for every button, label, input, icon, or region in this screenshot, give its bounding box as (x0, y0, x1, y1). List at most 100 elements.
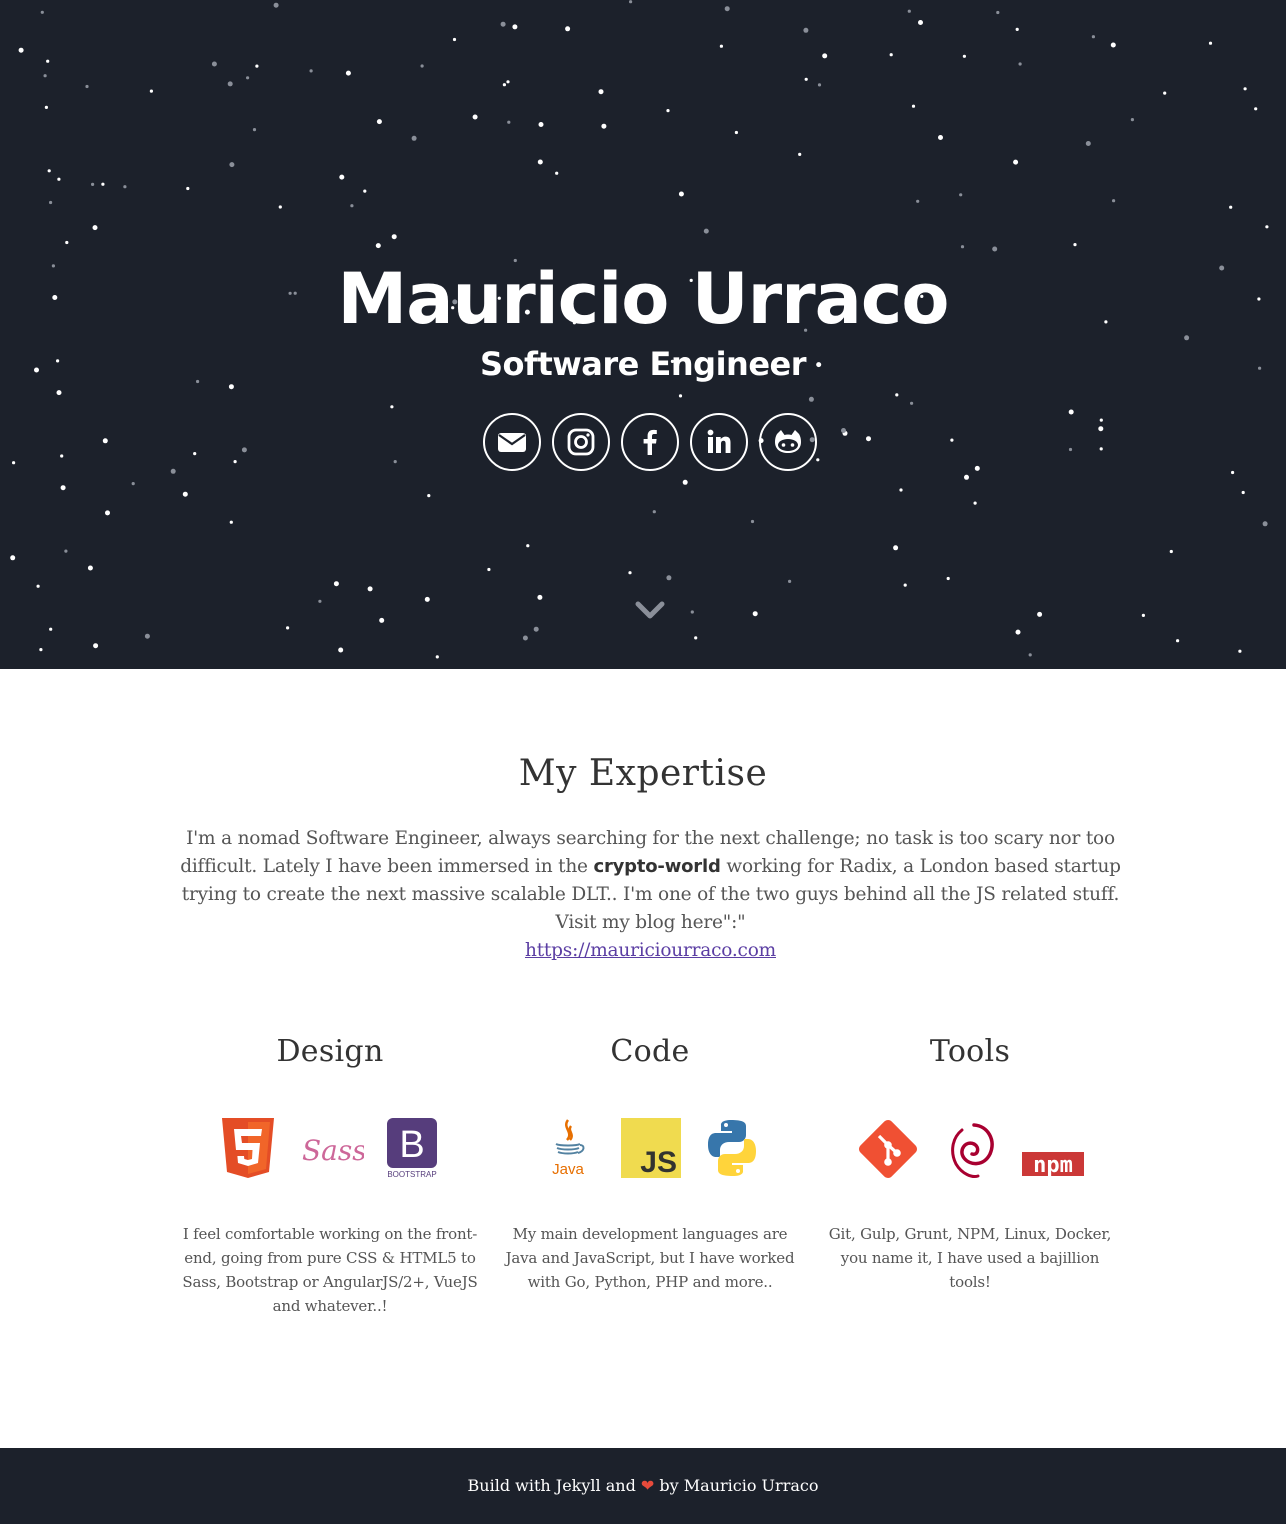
star (233, 460, 237, 464)
star (500, 21, 506, 27)
star (278, 205, 282, 209)
javascript-icon: JS (621, 1118, 681, 1178)
star (1085, 141, 1091, 146)
design-icons: Sass B BOOTSTRAP (180, 1118, 480, 1198)
star (719, 44, 724, 48)
star (1254, 107, 1258, 111)
star (974, 465, 980, 471)
star (1091, 35, 1095, 39)
instagram-link[interactable] (552, 413, 610, 471)
star (666, 109, 670, 113)
js-wordmark: JS (640, 1146, 677, 1178)
star (866, 436, 871, 442)
star (788, 579, 792, 584)
star (507, 120, 511, 124)
expertise-title: My Expertise (518, 753, 768, 794)
star (734, 130, 739, 135)
envelope-icon (498, 433, 526, 452)
bootstrap-letter: B (399, 1124, 424, 1166)
star (376, 119, 382, 125)
tools-text: Git, Gulp, Grunt, NPM, Linux, Docker, yo… (828, 1225, 1112, 1291)
star (817, 83, 822, 87)
star (44, 105, 49, 109)
star (1028, 653, 1032, 657)
code-text: My main development languages are Java a… (505, 1225, 795, 1291)
star (339, 174, 345, 180)
star (211, 61, 217, 67)
github-link[interactable] (759, 413, 817, 471)
star (1130, 118, 1134, 122)
star (46, 59, 50, 63)
star (598, 89, 604, 95)
star (131, 482, 135, 486)
star (1238, 649, 1242, 653)
linkedin-link[interactable] (690, 413, 748, 471)
chevron-down-icon[interactable] (632, 596, 668, 626)
star (522, 635, 528, 641)
star (910, 401, 914, 405)
star (1068, 447, 1073, 452)
star (227, 81, 233, 87)
star (1231, 470, 1235, 475)
star (345, 70, 351, 76)
email-link[interactable] (483, 413, 541, 471)
star (40, 10, 44, 14)
star (12, 461, 16, 465)
code-title: Code (610, 1034, 690, 1069)
star (427, 494, 431, 498)
sass-icon: Sass (302, 1134, 364, 1167)
star (60, 485, 66, 491)
star (241, 447, 247, 453)
star (652, 510, 656, 514)
star (39, 648, 43, 652)
star (43, 74, 47, 78)
tools-icons: npm (820, 1118, 1120, 1198)
star (57, 177, 61, 181)
bootstrap-icon: B BOOTSTRAP (387, 1118, 437, 1179)
star (49, 627, 53, 631)
star (375, 243, 381, 249)
star (918, 20, 923, 25)
star (47, 169, 51, 173)
expertise-bold-crypto: crypto-world (593, 856, 721, 877)
sass-wordmark: Sass (302, 1134, 364, 1167)
star (678, 394, 683, 398)
star (690, 610, 694, 614)
html5-icon (222, 1118, 274, 1178)
star (420, 64, 424, 68)
star (1073, 243, 1077, 247)
star (1015, 27, 1019, 31)
star (512, 24, 518, 30)
blog-link[interactable]: https://mauriciourraco.com (525, 940, 776, 961)
star (452, 37, 457, 42)
star (350, 204, 354, 208)
star (629, 0, 633, 4)
expertise-description: I'm a nomad Software Engineer, always se… (163, 825, 1138, 965)
github-icon (775, 430, 801, 453)
star (537, 159, 543, 165)
star (92, 225, 98, 231)
star (411, 135, 417, 141)
star (1110, 42, 1116, 48)
star (996, 10, 1000, 15)
footer-text-before: Build with Jekyll and (467, 1476, 641, 1495)
star (538, 122, 544, 127)
star (182, 491, 188, 497)
npm-wordmark: npm (1033, 1153, 1073, 1178)
star (229, 162, 235, 168)
footer-text-after: by Mauricio Urraco (654, 1476, 819, 1495)
star (803, 27, 809, 33)
star (938, 135, 943, 140)
star (1243, 87, 1247, 91)
facebook-link[interactable] (621, 413, 679, 471)
star (36, 584, 40, 588)
npm-icon: npm (1022, 1152, 1084, 1178)
star (149, 89, 153, 93)
star (703, 228, 709, 234)
star (391, 234, 397, 240)
debian-icon (951, 1123, 994, 1178)
star (393, 460, 397, 464)
social-links (483, 413, 819, 471)
star (502, 83, 506, 87)
star (49, 200, 53, 205)
